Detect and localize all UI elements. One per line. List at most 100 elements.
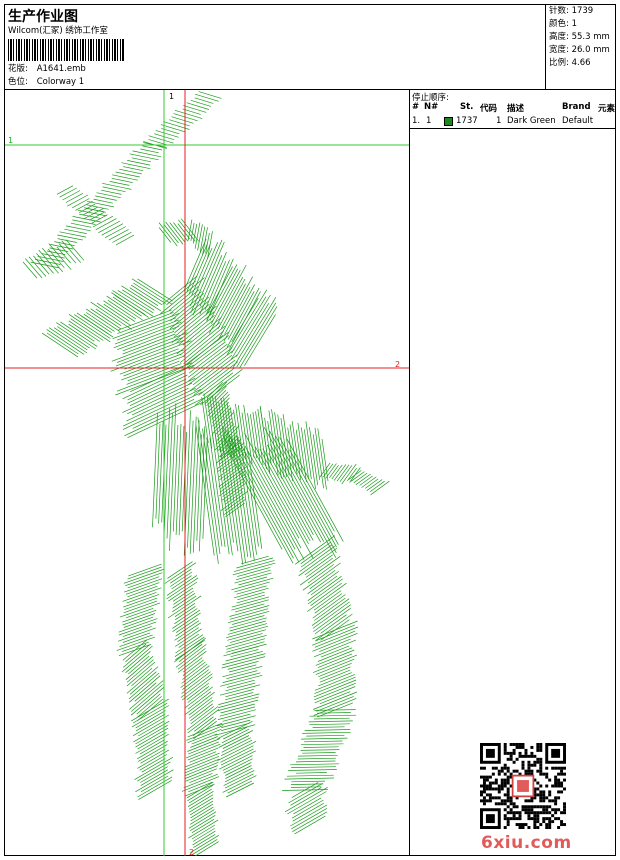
stitch-line [108,229,129,241]
qr-module [554,802,558,806]
qr-module [506,820,510,824]
qr-module [512,817,516,821]
qr-module [563,823,566,827]
qr-module [539,796,543,800]
qr-module [503,781,507,785]
qr-module [554,778,558,782]
qr-module [524,748,528,752]
qr-module [524,805,528,809]
stat-value: 4.66 [571,58,591,68]
qr-module [494,787,498,791]
stitch-line [259,407,271,473]
qr-module [521,763,525,767]
qr-module [542,772,546,776]
qr-module [509,743,513,746]
qr-module [557,790,561,794]
qr-module [542,793,546,797]
worksheet-header: 生产作业图 Wilcom(汇冢) 绣饰工作室 花版: A1641.emb 色位:… [5,5,615,90]
stitch-line [46,332,79,355]
stitch-line [122,587,162,602]
qr-module [527,754,531,758]
col-code: 代码 [480,104,498,114]
qr-module [482,796,486,800]
qr-module [527,805,531,809]
stitch-line [177,223,190,240]
qr-module [509,757,513,761]
stitch-line [220,283,246,329]
stitch-line [189,416,197,554]
stitch-line [122,367,190,400]
stitch-line [186,682,210,701]
qr-module [563,778,566,782]
qr-module [563,787,566,791]
stitch-line [129,287,159,306]
stitch-line [308,720,353,723]
qr-module [482,775,486,779]
stitch-line [302,731,351,734]
row-n: 1 [426,116,432,126]
stitch-line [188,697,213,716]
stitch-line [336,464,350,482]
qr-module [548,811,552,815]
stitch-line [286,774,334,777]
qr-module [560,766,564,770]
stitch-line [177,650,207,673]
qr-module [515,805,519,809]
qr-module [533,805,537,809]
stitch-line [222,713,251,722]
qr-module [521,754,525,758]
stitch-line [319,691,351,705]
qr-finder-module [485,814,495,824]
stitch-line [315,658,355,675]
stitch-line [167,561,193,579]
qr-module [539,790,543,794]
qr-module [539,805,543,809]
stitch-line [140,148,159,154]
stitch-line [187,728,222,744]
stitch-line [62,190,81,201]
row-code: 1 [496,116,502,126]
stitch-line [181,776,220,792]
qr-module [536,787,540,791]
stitch-line [307,571,339,595]
stitch-line [164,562,197,584]
qr-module [482,799,486,803]
qr-module [545,766,549,770]
stitch-line [169,119,190,127]
qr-module [563,808,566,812]
stitch-line [170,291,202,318]
stitch-line [113,321,182,349]
stitch-line [57,326,90,349]
stat-label: 比例: [549,58,569,68]
stitch-line [131,684,163,712]
stitch-line [160,124,186,133]
qr-module [515,745,519,749]
stitch-line [118,618,158,633]
design-preview: 1 1 2 2 [5,90,410,856]
stat-value: 1 [571,19,577,29]
qr-module [494,766,498,770]
qr-module [524,811,528,815]
stitch-line [65,192,84,203]
qr-module [521,760,525,764]
row-brand: Default [562,116,594,126]
page-title: 生产作业图 [8,9,78,25]
qr-module [545,823,549,827]
qr-module [557,766,561,770]
production-worksheet: 生产作业图 Wilcom(汇冢) 绣饰工作室 花版: A1641.emb 色位:… [4,4,616,856]
stitch-line [48,327,88,354]
stitch-line [126,592,157,604]
stitch-line [222,665,263,678]
stitch-line [70,318,104,341]
colorway-value: Colorway 1 [36,77,85,87]
stitch-line [178,425,185,536]
stitch-line [186,102,210,110]
qr-module [503,808,507,812]
stitch-line [197,224,203,251]
stitch-line [68,323,95,342]
stitch-line [226,641,265,653]
qr-module [515,817,519,821]
qr-module [530,808,534,812]
qr-module [527,817,531,821]
stitch-line [247,413,255,458]
